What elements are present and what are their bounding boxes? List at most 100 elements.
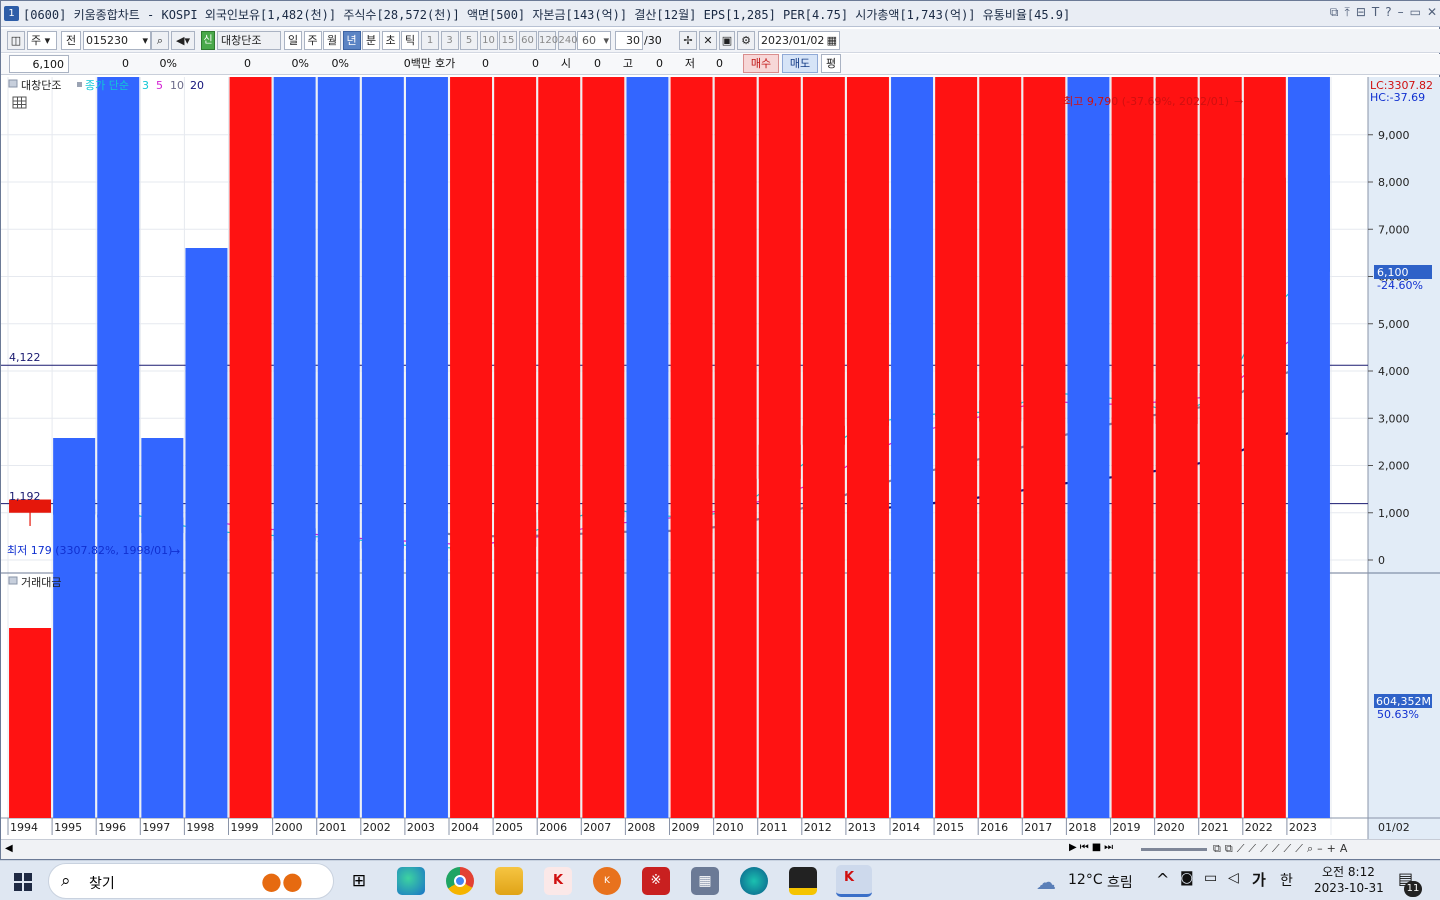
volume-bar[interactable] — [9, 628, 52, 818]
interval-button[interactable]: 15 — [499, 31, 517, 50]
period-tab[interactable]: 초 — [381, 31, 400, 50]
volume-bar[interactable] — [670, 77, 713, 818]
scroll-right-icon[interactable]: ▶ — [1069, 842, 1077, 853]
layout2-icon[interactable]: ⧉ — [1225, 842, 1233, 856]
volume-bar[interactable] — [494, 77, 537, 818]
trend-tool-icon[interactable]: ⟋ — [1237, 842, 1245, 856]
scroll-left-icon[interactable]: ◀ — [5, 843, 13, 854]
chart-canvas[interactable]: 9,0008,0007,0006,0005,0004,0003,0002,000… — [1, 77, 1440, 839]
chevron-up-icon[interactable]: ^ — [1156, 870, 1169, 889]
volume-bar[interactable] — [538, 77, 581, 818]
volume-bar[interactable] — [1067, 77, 1110, 818]
period-tab[interactable]: 년 — [342, 31, 361, 50]
volume-bar[interactable] — [582, 77, 625, 818]
volume-bar[interactable] — [229, 77, 272, 818]
volume-bar[interactable] — [53, 438, 96, 818]
gear-icon[interactable]: ⚙ — [737, 31, 755, 50]
volume-bar[interactable] — [1199, 77, 1242, 818]
period-tab[interactable]: 일 — [284, 31, 302, 50]
ime-indicator[interactable]: 가 — [1252, 869, 1266, 890]
ma-legend-icon[interactable] — [77, 82, 82, 87]
weather-temp[interactable]: 12°C — [1068, 872, 1103, 888]
kiwoom-active-icon[interactable]: K — [836, 865, 872, 897]
volume-bar[interactable] — [450, 77, 493, 818]
volume-bar[interactable] — [1243, 77, 1286, 818]
horizontal-scrollbar[interactable]: ◀ ▶ ⏮ ■ ⏭ ⧉ ⧉ ⟋ ⟋ ⟋ ⟋ ⟋ ⟋ ⌕ – + A — [1, 839, 1440, 859]
zoom-out-icon[interactable]: – — [1317, 842, 1323, 856]
clock-time[interactable]: 오전 8:12 — [1322, 863, 1375, 880]
volume-bar[interactable] — [758, 77, 801, 818]
volume-bar[interactable] — [802, 77, 845, 818]
app-red-icon[interactable]: ※ — [642, 867, 670, 895]
volume-bar[interactable] — [185, 248, 228, 818]
task-view-icon[interactable]: ⊞ — [347, 869, 371, 893]
sticky-notes-icon[interactable] — [789, 867, 817, 895]
stock-code-input[interactable]: 015230 ▾ — [83, 31, 151, 50]
stop-icon[interactable]: ■ — [1092, 842, 1101, 853]
interval-button[interactable]: 240 — [557, 31, 578, 50]
tools-icon[interactable]: ✕ — [699, 31, 717, 50]
window-control-icon[interactable]: ▭ — [1410, 5, 1421, 20]
volume-bar[interactable] — [361, 77, 404, 818]
interval-button[interactable]: 10 — [479, 31, 498, 50]
zoom-slider[interactable] — [1141, 848, 1207, 851]
copy-icon[interactable]: ⧉ — [1213, 842, 1221, 856]
window-number[interactable]: 1 — [4, 6, 19, 21]
window-control-icon[interactable]: – — [1398, 5, 1404, 20]
legend-box-icon[interactable] — [8, 79, 18, 88]
period-tab[interactable]: 틱 — [401, 31, 419, 50]
sound-icon[interactable]: ◀▾ — [171, 31, 195, 50]
period-tab[interactable]: 분 — [362, 31, 380, 50]
interval-button[interactable]: 3 — [440, 31, 459, 50]
zoom-in-icon[interactable]: + — [1327, 842, 1336, 856]
volume-bar[interactable] — [405, 77, 448, 818]
window-control-icon[interactable]: ? — [1385, 5, 1391, 20]
search-box[interactable]: ⌕ 찾기 ●● — [48, 863, 334, 899]
interval-button[interactable]: 120 — [538, 31, 558, 50]
interval-select[interactable]: 60 ▾ — [577, 31, 611, 50]
volume-bar[interactable] — [141, 438, 184, 818]
window-control-icon[interactable]: ⤒ — [1345, 5, 1350, 20]
crosshair-icon[interactable]: ✢ — [679, 31, 697, 50]
layout-icon[interactable]: ◫ — [7, 31, 25, 50]
save-icon[interactable]: ▣ — [719, 31, 735, 50]
app-orange-icon[interactable]: K — [593, 867, 621, 895]
edge-icon[interactable] — [397, 867, 425, 895]
window-control-icon[interactable]: T — [1372, 5, 1379, 20]
volume-bar[interactable] — [1023, 77, 1066, 818]
clock-date[interactable]: 2023-10-31 — [1314, 881, 1384, 895]
sell-button[interactable]: 매도 — [782, 54, 818, 73]
mode-select[interactable]: 주 ▾ — [27, 31, 57, 50]
ray-tool-icon[interactable]: ⟋ — [1260, 842, 1268, 856]
volume-bar[interactable] — [273, 77, 316, 818]
volume-bar[interactable] — [1155, 77, 1198, 818]
table-icon[interactable] — [12, 96, 27, 109]
window-control-icon[interactable]: ✕ — [1427, 5, 1437, 20]
channel-tool-icon[interactable]: ⟋ — [1272, 842, 1280, 856]
date-input[interactable]: 2023/01/02 ▦ — [758, 31, 840, 50]
volume-bar[interactable] — [317, 77, 360, 818]
text-tool-icon[interactable]: A — [1340, 842, 1348, 856]
period-tab[interactable]: 주 — [303, 31, 322, 50]
fib-tool-icon[interactable]: ⟋ — [1284, 842, 1292, 856]
count-input[interactable]: 30 — [615, 31, 643, 50]
rewind-icon[interactable]: ⏮ — [1080, 842, 1089, 853]
zoom-icon[interactable]: ⌕ — [1307, 842, 1313, 856]
window-control-icon[interactable]: ⧉ — [1330, 5, 1339, 20]
volume-bar[interactable] — [846, 77, 889, 818]
calculator-icon[interactable]: ▦ — [691, 867, 719, 895]
weather-desc[interactable]: 흐림 — [1107, 872, 1133, 892]
chrome-icon[interactable] — [446, 867, 474, 895]
stock-name-field[interactable]: 대창단조 — [217, 31, 281, 50]
interval-button[interactable]: 60 — [518, 31, 537, 50]
volume-bar[interactable] — [1111, 77, 1154, 818]
volume-bar[interactable] — [935, 77, 978, 818]
period-tab[interactable]: 월 — [323, 31, 341, 50]
arc-tool-icon[interactable]: ⟋ — [1295, 842, 1303, 856]
avg-button[interactable]: 평 — [821, 54, 841, 73]
network-icon[interactable]: ▭ — [1204, 870, 1217, 886]
window-control-icon[interactable]: ⊟ — [1356, 5, 1366, 20]
buy-button[interactable]: 매수 — [743, 54, 779, 73]
volume-bar[interactable] — [891, 77, 934, 818]
prev-button[interactable]: 전 — [61, 31, 81, 50]
